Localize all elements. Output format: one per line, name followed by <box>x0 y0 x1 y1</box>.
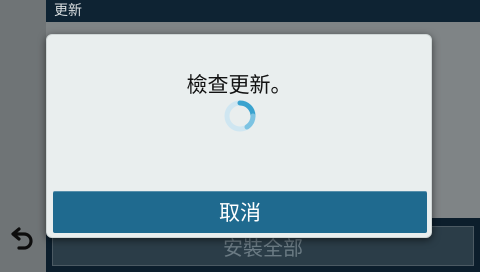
loading-spinner-icon <box>223 99 257 133</box>
page-title: 更新 <box>46 0 480 22</box>
update-dialog: 檢查更新。 取消 <box>46 34 432 238</box>
back-button[interactable] <box>6 220 40 254</box>
screen: 更新 安裝全部 檢查更新。 取消 <box>0 0 480 272</box>
dialog-message: 檢查更新。 <box>186 73 292 97</box>
cancel-button[interactable]: 取消 <box>53 191 427 233</box>
left-rail <box>0 0 46 272</box>
back-arrow-icon <box>9 223 37 251</box>
